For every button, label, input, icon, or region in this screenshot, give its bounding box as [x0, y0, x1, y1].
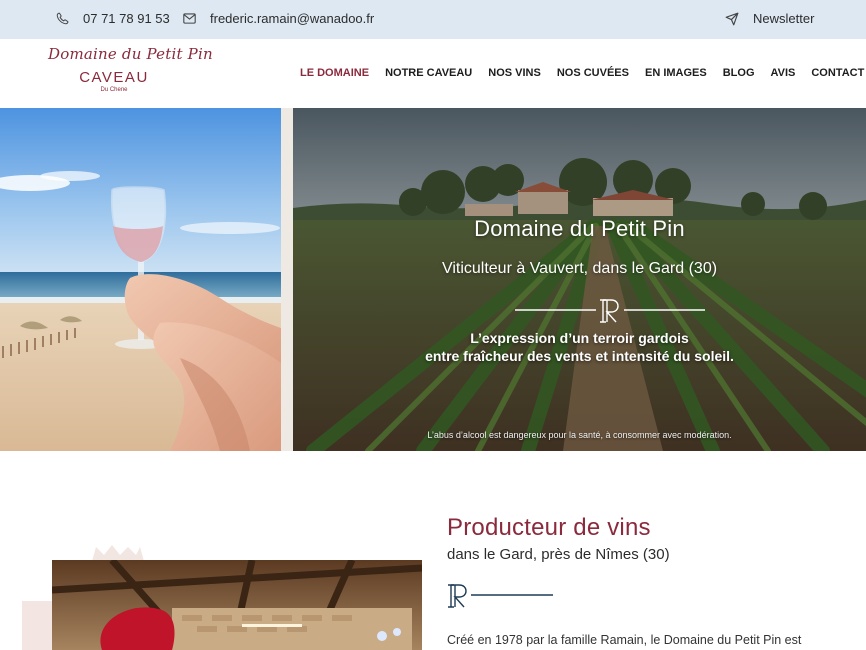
site-header: Domaine du Petit Pin CAVEAU Du Chene LE …	[0, 39, 866, 108]
hero-tagline-1: L’expression d’un terroir gardois	[470, 330, 689, 346]
producer-body-text: Créé en 1978 par la famille Ramain, le D…	[447, 633, 802, 647]
cellar-image	[52, 560, 422, 650]
nav-nos-vins[interactable]: NOS VINS	[488, 67, 541, 79]
producer-title: Producteur de vins	[447, 514, 651, 541]
email-link[interactable]: frederic.ramain@wanadoo.fr	[183, 11, 374, 26]
hero-subtitle: Viticulteur à Vauvert, dans le Gard (30)	[441, 260, 718, 277]
nav-en-images[interactable]: EN IMAGES	[645, 67, 707, 79]
main-nav: LE DOMAINE NOTRE CAVEAU NOS VINS NOS CUV…	[300, 67, 866, 79]
send-icon	[725, 12, 739, 25]
hero-tagline-2: entre fraîcheur des vents et intensité d…	[425, 348, 734, 364]
producer-ornament-divider	[448, 584, 553, 608]
phone-link[interactable]: 07 71 78 91 53	[56, 11, 170, 26]
monogram-r-icon	[600, 299, 619, 323]
logo-sub-text: Du Chene	[100, 87, 128, 93]
nav-nos-cuvees[interactable]: NOS CUVÉES	[557, 67, 629, 79]
alcohol-warning: L’abus d’alcool est dangereux pour la sa…	[427, 430, 732, 440]
producer-subtitle: dans le Gard, près de Nîmes (30)	[447, 546, 670, 563]
nav-contact[interactable]: CONTACT	[811, 67, 864, 79]
logo-script-text: Domaine du Petit Pin	[48, 45, 213, 63]
email-text: frederic.ramain@wanadoo.fr	[210, 11, 375, 26]
hero-divider	[281, 108, 293, 451]
site-logo[interactable]: Domaine du Petit Pin CAVEAU Du Chene	[48, 45, 213, 103]
nav-blog[interactable]: BLOG	[723, 67, 755, 79]
hero-vineyard-banner: Domaine du Petit Pin Viticulteur à Vauve…	[293, 108, 866, 451]
nav-le-domaine[interactable]: LE DOMAINE	[300, 67, 369, 79]
mail-icon	[183, 13, 196, 24]
newsletter-text: Newsletter	[753, 11, 815, 26]
hero-ornament-divider	[515, 299, 705, 323]
nav-avis[interactable]: AVIS	[771, 67, 796, 79]
newsletter-link[interactable]: Newsletter	[725, 11, 814, 26]
top-contact-bar: 07 71 78 91 53 frederic.ramain@wanadoo.f…	[0, 0, 866, 39]
hero-beach-image	[0, 108, 281, 451]
phone-text: 07 71 78 91 53	[83, 11, 170, 26]
logo-main-text: CAVEAU	[79, 69, 149, 86]
nav-notre-caveau[interactable]: NOTRE CAVEAU	[385, 67, 472, 79]
producer-section: Producteur de vins dans le Gard, près de…	[0, 451, 866, 650]
monogram-r-icon	[448, 584, 467, 608]
phone-icon	[56, 12, 69, 25]
hero-title: Domaine du Petit Pin	[474, 216, 685, 241]
